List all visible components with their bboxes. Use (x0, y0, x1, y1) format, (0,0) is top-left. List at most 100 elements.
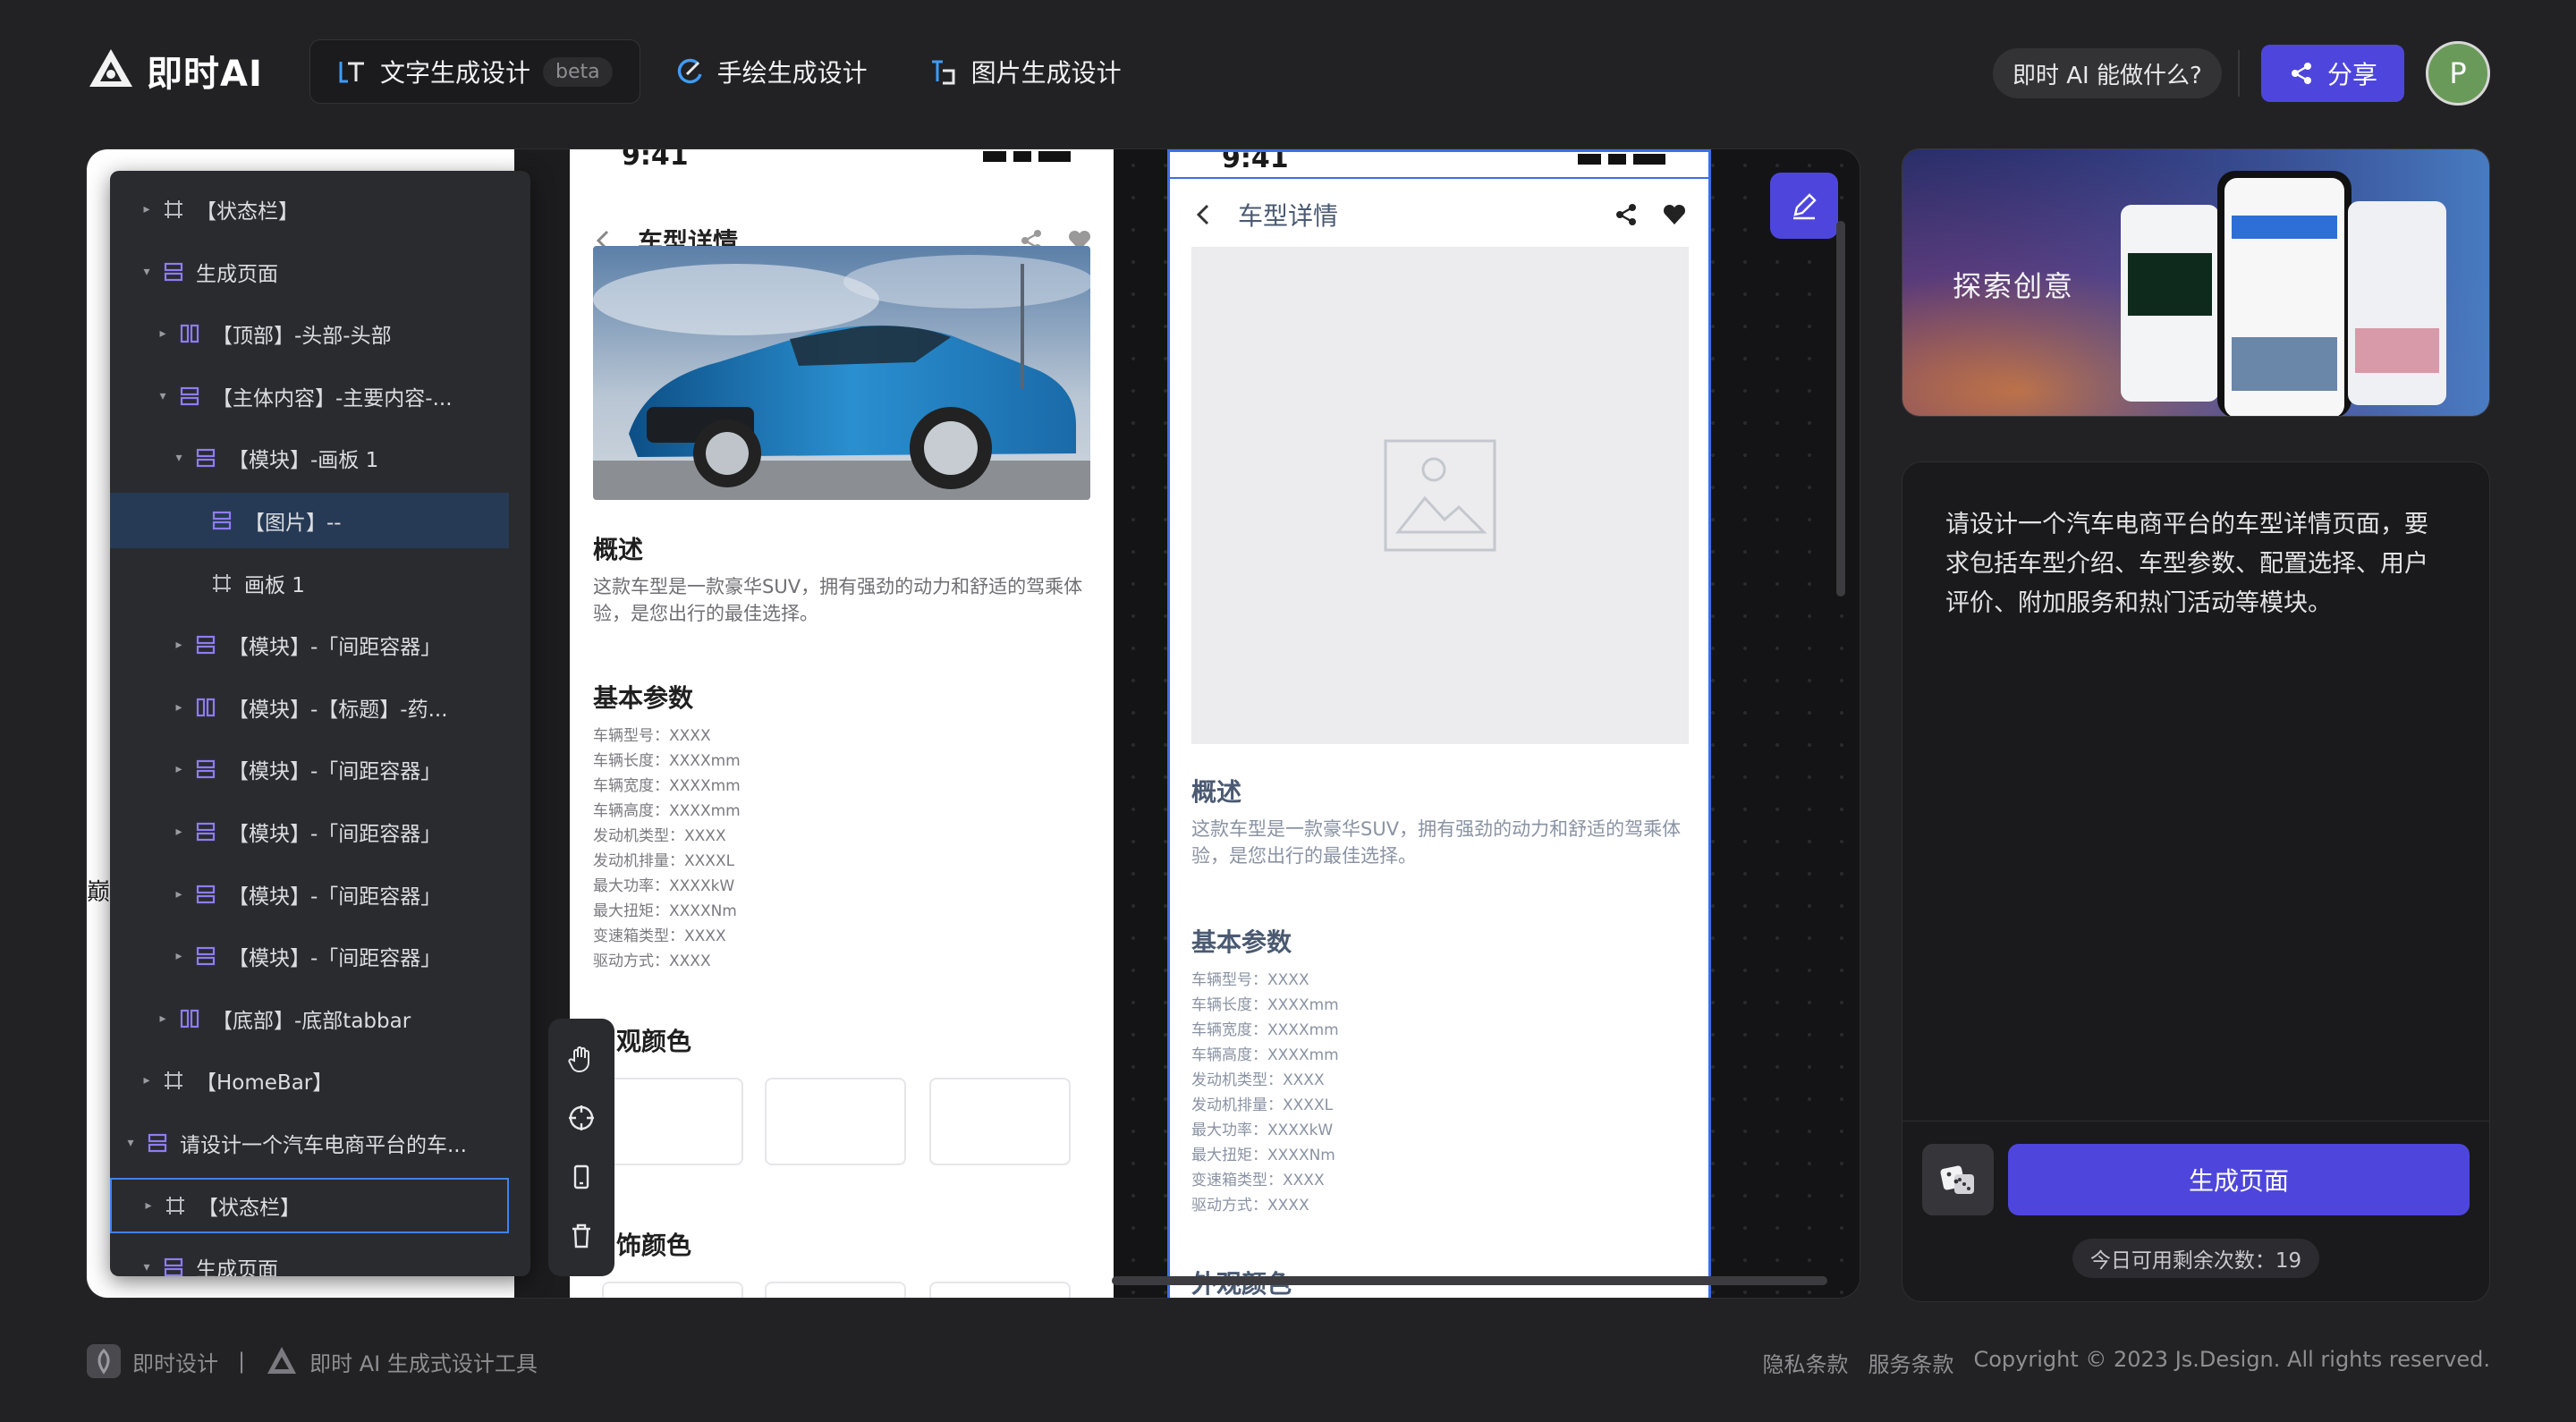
color-option[interactable] (602, 1078, 743, 1165)
layer-expand-caret-icon[interactable]: ▸ (155, 1011, 171, 1026)
layer-stack-icon (196, 636, 216, 655)
layer-expand-caret-icon[interactable]: ▾ (171, 451, 187, 465)
layer-row[interactable]: 画板 1 (110, 555, 509, 611)
jsdesign-logo-icon (87, 1344, 121, 1378)
layer-label: 【状态栏】 (198, 1196, 301, 1220)
color-option[interactable] (765, 1078, 906, 1165)
footer-brand: 即时设计 | 即时 AI 生成式设计工具 (86, 1343, 538, 1379)
device-icon[interactable] (565, 1161, 597, 1193)
layers-panel[interactable]: ▸ 【状态栏】 ▾ 生成页面 ▸ 【顶部】-头部-头部 ▾ 【主体内容】-主要内容-... ▾ 【… (110, 171, 530, 1276)
layer-label: 画板 1 (244, 573, 305, 597)
layer-row[interactable]: ▸ 【底部】-底部tabbar (110, 991, 509, 1046)
layer-row[interactable]: ▸ 【模块】-【标题】-药... (110, 680, 509, 735)
random-prompt-button[interactable] (1922, 1144, 1994, 1215)
privacy-link[interactable]: 隐私条款 (1762, 1347, 1848, 1378)
layer-row[interactable]: ▾ 生成页面 (110, 1240, 509, 1276)
interior-color-title: 饰颜色 (616, 1231, 692, 1260)
canvas-horizontal-scrollbar[interactable] (1112, 1276, 1827, 1285)
footer-brand-2[interactable]: 即时 AI 生成式设计工具 (309, 1346, 538, 1377)
params-list: 车辆型号：XXXX 车辆长度：XXXXmm 车辆宽度：XXXXmm 车辆高度：X… (1191, 968, 1339, 1218)
edit-button[interactable] (1770, 173, 1838, 239)
artboard-car-detail-wireframe[interactable]: 9:41 车型详情 概述 这款车型是一款豪华SUV，拥有强劲的动力和舒适的驾乘体… (1167, 149, 1711, 1298)
layer-row[interactable]: ▸ 【HomeBar】 (110, 1053, 509, 1108)
phone-title: 车型详情 (1238, 201, 1339, 231)
back-arrow-icon[interactable] (1191, 202, 1216, 227)
design-canvas[interactable]: 巅 9:41 车型详情 概述 这款车型是一款豪华SUV，拥有强劲的动力和舒适的驾… (86, 148, 1860, 1299)
layer-columns-icon (196, 698, 216, 716)
layer-expand-caret-icon[interactable]: ▸ (171, 949, 187, 963)
layer-stack-icon (180, 386, 199, 405)
param-row: 最大功率：XXXXkW (593, 877, 735, 895)
layer-label: 【底部】-底部tabbar (212, 1009, 411, 1033)
param-row: 最大扭矩：XXXXNm (593, 902, 737, 920)
share-button[interactable]: 分享 (2261, 45, 2404, 102)
artboard-car-detail[interactable]: 9:41 车型详情 概述 这款车型是一款豪华SUV，拥有强劲的动力和舒适的驾乘体… (570, 149, 1114, 1298)
tab-image-to-design[interactable]: 图片生成设计 (902, 39, 1148, 104)
color-option[interactable] (929, 1282, 1071, 1298)
layer-row[interactable]: ▸ 【模块】-「间距容器」 (110, 867, 509, 922)
layer-expand-caret-icon[interactable]: ▸ (155, 326, 171, 341)
layer-row[interactable]: ▸ 【模块】-「间距容器」 (110, 617, 509, 673)
layer-expand-caret-icon[interactable]: ▾ (123, 1136, 139, 1150)
layer-row[interactable]: ▸ 【模块】-「间距容器」 (110, 928, 509, 984)
layer-expand-caret-icon[interactable]: ▸ (139, 1073, 155, 1088)
app-logo[interactable]: 即时AI (86, 45, 263, 97)
logo-icon (89, 49, 132, 87)
service-link[interactable]: 服务条款 (1868, 1347, 1953, 1378)
prompt-textarea[interactable]: 请设计一个汽车电商平台的车型详情页面，要求包括车型介绍、车型参数、配置选择、用户… (1945, 505, 2452, 623)
what-can-ai-do-button[interactable]: 即时 AI 能做什么? (1993, 48, 2222, 98)
tab-text-to-design[interactable]: 文字生成设计 beta (309, 39, 640, 104)
phone-header: 车型详情 (1170, 177, 1708, 252)
crosshair-icon[interactable] (565, 1102, 597, 1134)
layer-expand-caret-icon[interactable]: ▸ (171, 638, 187, 652)
share-label: 分享 (2326, 60, 2377, 89)
layer-row[interactable]: 【图片】-- (110, 493, 509, 548)
status-icons (983, 151, 1081, 164)
prompt-divider (1902, 1121, 2489, 1122)
user-avatar[interactable]: P (2426, 41, 2490, 106)
tab-sketch-to-design[interactable]: 手绘生成设计 (648, 39, 894, 104)
layer-expand-caret-icon[interactable]: ▸ (171, 762, 187, 776)
layer-row[interactable]: ▸ 【顶部】-头部-头部 (110, 306, 509, 361)
layer-expand-caret-icon[interactable]: ▸ (140, 1198, 157, 1213)
tab-label: 手绘生成设计 (716, 58, 868, 88)
heart-icon[interactable] (1662, 202, 1687, 227)
layer-row[interactable]: ▾ 【模块】-画板 1 (110, 430, 509, 486)
param-row: 变速箱类型：XXXX (593, 927, 726, 945)
param-row: 车辆高度：XXXXmm (1191, 1046, 1339, 1064)
param-row: 发动机排量：XXXXL (1191, 1096, 1334, 1114)
daily-quota-label: 今日可用剩余次数：19 (2072, 1239, 2319, 1278)
layer-stack-icon (196, 822, 216, 842)
layer-stack-icon (148, 1133, 167, 1153)
layer-row[interactable]: ▸ 【状态栏】 (110, 182, 509, 237)
param-row: 车辆宽度：XXXXmm (1191, 1021, 1339, 1039)
explore-ideas-banner[interactable]: 探索创意 (1902, 148, 2490, 417)
layer-columns-icon (180, 1009, 199, 1028)
generate-page-button[interactable]: 生成页面 (2008, 1144, 2470, 1215)
param-row: 车辆长度：XXXXmm (1191, 996, 1339, 1014)
trash-icon[interactable] (565, 1220, 597, 1252)
layer-expand-caret-icon[interactable]: ▾ (139, 265, 155, 279)
jsai-logo-icon (267, 1347, 297, 1374)
layer-expand-caret-icon[interactable]: ▾ (155, 389, 171, 403)
color-option[interactable] (765, 1282, 906, 1298)
layer-row[interactable]: ▾ 【主体内容】-主要内容-... (110, 368, 509, 424)
share-icon[interactable] (1614, 202, 1639, 227)
layer-expand-caret-icon[interactable]: ▸ (139, 202, 155, 216)
hand-tool-icon[interactable] (565, 1043, 597, 1075)
layer-expand-caret-icon[interactable]: ▸ (171, 825, 187, 839)
layer-expand-caret-icon[interactable]: ▾ (139, 1260, 155, 1274)
layer-expand-caret-icon[interactable]: ▸ (171, 887, 187, 901)
layer-expand-caret-icon[interactable]: ▸ (171, 700, 187, 715)
params-list: 车辆型号：XXXX 车辆长度：XXXXmm 车辆宽度：XXXXmm 车辆高度：X… (593, 724, 741, 974)
layer-row[interactable]: ▸ 【模块】-「间距容器」 (110, 804, 509, 859)
color-option[interactable] (929, 1078, 1071, 1165)
layer-row[interactable]: ▸ 【模块】-「间距容器」 (110, 741, 509, 797)
footer-brand-1[interactable]: 即时设计 (132, 1346, 218, 1377)
canvas-vertical-scrollbar[interactable] (1836, 221, 1845, 597)
layer-row[interactable]: ▾ 请设计一个汽车电商平台的车... (110, 1115, 509, 1171)
color-option[interactable] (602, 1282, 743, 1298)
sketch-design-icon (677, 58, 702, 84)
layer-row[interactable]: ▸ 【状态栏】 (110, 1177, 509, 1233)
layer-row[interactable]: ▾ 生成页面 (110, 244, 509, 300)
